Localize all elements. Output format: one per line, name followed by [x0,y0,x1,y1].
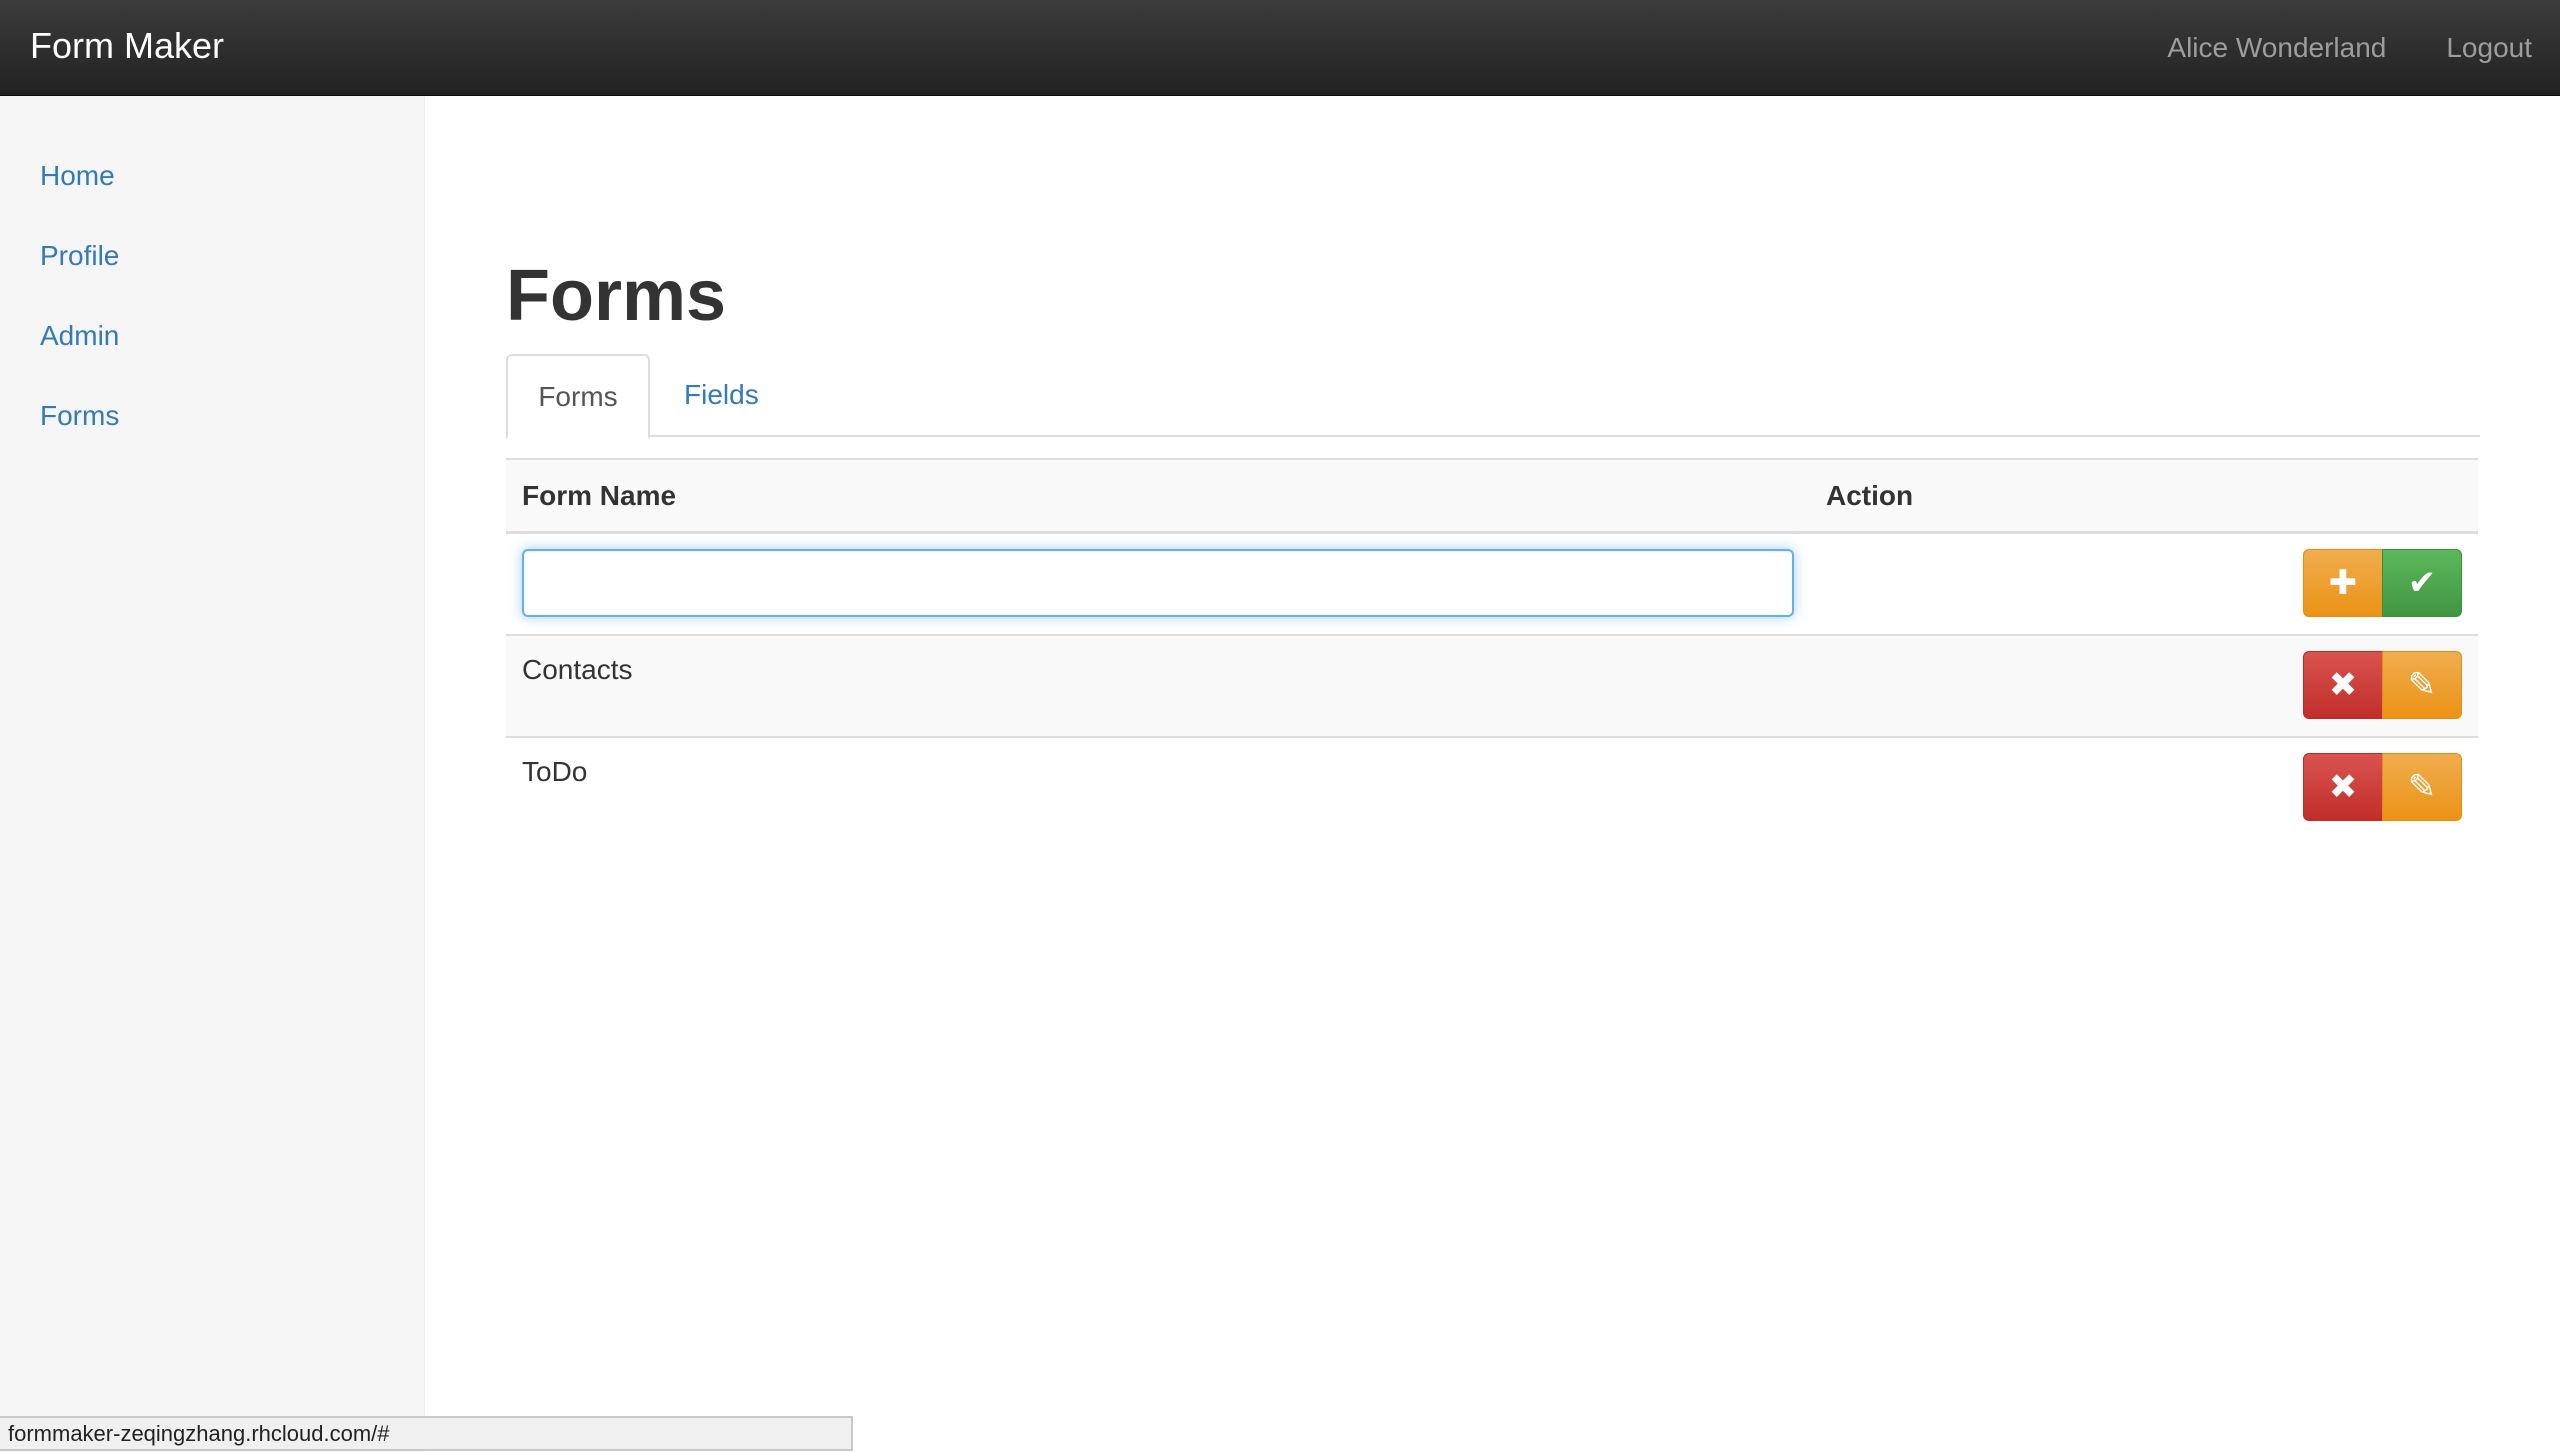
edit-form-button[interactable]: ✎ [2382,651,2462,719]
plus-icon: ✚ [2328,564,2358,602]
logout-link[interactable]: Logout [2446,32,2532,64]
form-name-cell: ToDo [522,756,588,787]
top-navbar: Form Maker Alice Wonderland Logout [0,0,2560,96]
sidebar-item-admin[interactable]: Admin [40,320,119,352]
add-form-button[interactable]: ✚ [2303,549,2383,617]
form-name-input[interactable] [522,549,1794,617]
column-header-form-name: Form Name [522,480,677,511]
sidebar-item-home[interactable]: Home [40,160,115,192]
sidebar: Home Profile Admin Forms [0,96,425,1452]
user-link[interactable]: Alice Wonderland [2167,32,2386,64]
tab-bar: Forms Fields [506,354,2480,439]
form-name-cell: Contacts [522,654,633,685]
edit-form-button[interactable]: ✎ [2382,753,2462,821]
confirm-form-button[interactable]: ✔ [2382,549,2462,617]
forms-table: Form Name Action ✚ ✔ Contacts ✖ ✎ ToDo ✖… [506,458,2478,840]
x-icon: ✖ [2328,666,2358,704]
column-header-action: Action [1826,480,1914,511]
sidebar-item-profile[interactable]: Profile [40,240,119,272]
table-row: ToDo ✖ ✎ [506,738,2478,840]
delete-form-button[interactable]: ✖ [2303,753,2383,821]
pencil-icon: ✎ [2407,768,2437,806]
brand-link[interactable]: Form Maker [30,0,224,96]
table-row: Contacts ✖ ✎ [506,636,2478,738]
tab-forms[interactable]: Forms [506,354,650,439]
tab-fields[interactable]: Fields [684,354,759,437]
table-header: Form Name Action [506,458,2478,534]
row-actions: ✖ ✎ [2303,651,2462,719]
row-actions: ✖ ✎ [2303,753,2462,821]
new-form-row: ✚ ✔ [506,534,2478,636]
x-icon: ✖ [2328,768,2358,806]
page-title: Forms [506,256,727,336]
delete-form-button[interactable]: ✖ [2303,651,2383,719]
status-bar-url: formmaker-zeqingzhang.rhcloud.com/# [0,1416,853,1451]
new-form-actions: ✚ ✔ [2303,549,2462,617]
check-icon: ✔ [2407,564,2437,602]
navbar-right: Alice Wonderland Logout [2107,0,2532,96]
pencil-icon: ✎ [2407,666,2437,704]
sidebar-item-forms[interactable]: Forms [40,400,119,432]
